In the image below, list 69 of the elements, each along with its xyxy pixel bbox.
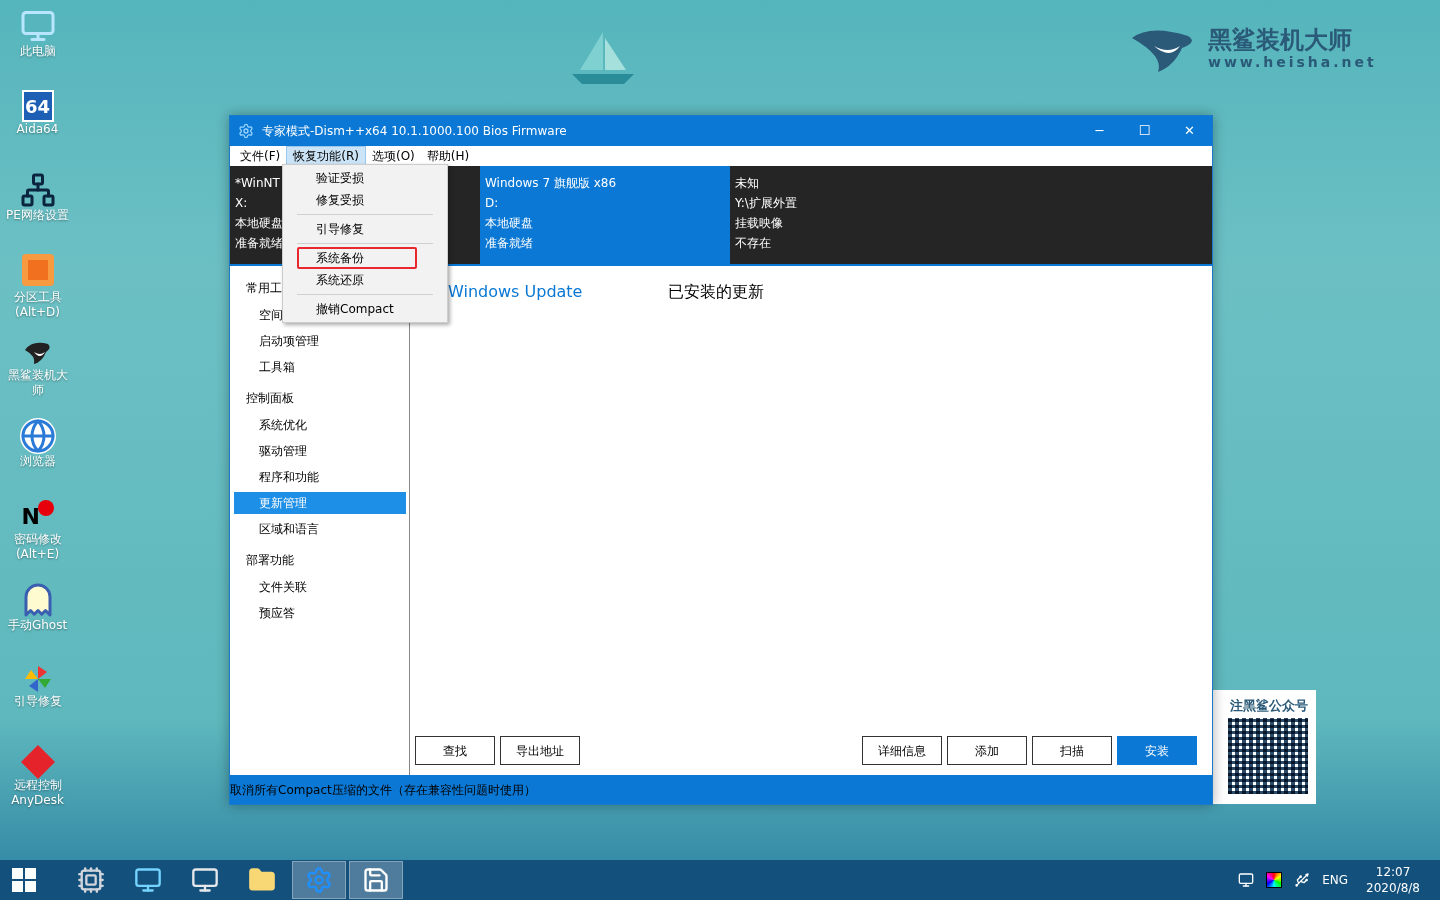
system-info-text: D: — [485, 195, 499, 212]
computer-icon — [191, 866, 219, 894]
sidebar-item[interactable]: 工具箱 — [234, 356, 406, 378]
chip-icon — [77, 866, 105, 894]
gears-icon — [238, 123, 254, 139]
monitor-icon — [134, 866, 162, 894]
system-info-text: Y:\扩展外置 — [735, 195, 797, 212]
action-button[interactable]: 安装 — [1117, 736, 1197, 765]
dropdown-item[interactable]: 系统备份 — [297, 247, 417, 269]
system-info-text: *WinNT — [235, 175, 280, 192]
floppy-icon — [362, 866, 390, 894]
language-indicator[interactable]: ENG — [1322, 871, 1349, 889]
dropdown-item[interactable]: 撤销Compact — [297, 298, 417, 320]
action-button[interactable]: 添加 — [947, 736, 1027, 765]
system-info-text: 不存在 — [735, 235, 771, 252]
system-info-text: 挂载映像 — [735, 215, 783, 232]
window-control[interactable]: ✕ — [1167, 116, 1212, 146]
system-info-text: 本地硬盘 — [485, 215, 533, 232]
sidebar-item[interactable]: 预应答 — [234, 602, 406, 624]
action-button[interactable]: 详细信息 — [862, 736, 942, 765]
sidebar-group-title: 常用工 — [245, 280, 282, 297]
globe-icon — [19, 418, 56, 454]
clock-time[interactable]: 12:07 — [1375, 864, 1411, 880]
pinwheel-icon — [22, 664, 53, 694]
window-control[interactable]: ─ — [1077, 116, 1122, 146]
sidebar-item[interactable]: 文件关联 — [234, 576, 406, 598]
sidebar-item[interactable]: 驱动管理 — [234, 440, 406, 462]
tab[interactable]: Windows Update — [448, 280, 583, 304]
menu-item[interactable]: 恢复功能(R) — [286, 146, 366, 166]
qr-caption: 注黑鲨公众号 — [1230, 698, 1308, 714]
sidebar-item[interactable]: 区域和语言 — [234, 518, 406, 540]
menu-item[interactable]: 帮助(H) — [420, 146, 476, 166]
usb-icon[interactable] — [1294, 872, 1311, 888]
status-text: 取消所有Compact压缩的文件（存在兼容性问题时使用） — [230, 781, 536, 799]
system-info-text: X: — [235, 195, 248, 212]
windows-start-icon[interactable] — [12, 868, 36, 892]
menu-item[interactable]: 文件(F) — [234, 146, 287, 166]
action-button[interactable]: 导出地址 — [500, 736, 580, 765]
sidebar-item[interactable]: 启动项管理 — [234, 330, 406, 352]
menu-item[interactable]: 选项(O) — [365, 146, 421, 166]
taskbar-app[interactable] — [349, 861, 403, 899]
sidebar-group-title: 部署功能 — [245, 552, 294, 569]
app-icon — [21, 254, 54, 286]
app-icon: 64 — [21, 90, 54, 122]
dropdown-item[interactable]: 系统还原 — [297, 269, 417, 291]
action-button[interactable]: 扫描 — [1032, 736, 1112, 765]
folder-icon — [248, 866, 276, 894]
system-info-text: 准备就绪 — [485, 235, 533, 252]
system-info-text: Windows 7 旗舰版 x86 — [485, 175, 616, 192]
gears-icon — [305, 866, 333, 894]
dropdown-item[interactable]: 验证受损 — [297, 167, 417, 189]
window-title: 专家模式-Dism++x64 10.1.1000.100 Bios Firmware — [262, 123, 568, 140]
logo-url: www.heisha.net — [1208, 54, 1377, 70]
dropdown-item[interactable]: 引导修复 — [297, 218, 417, 240]
system-info-text: 本地硬盘 — [235, 215, 283, 232]
window-control[interactable]: ☐ — [1122, 116, 1167, 146]
action-button[interactable]: 查找 — [415, 736, 495, 765]
tab[interactable]: 已安装的更新 — [668, 280, 765, 304]
system-info-text: 准备就绪 — [235, 235, 283, 252]
sidebar-item[interactable]: 程序和功能 — [234, 466, 406, 488]
dropdown-item[interactable]: 修复受损 — [297, 189, 417, 211]
system-panel[interactable]: Windows 7 旗舰版 x86 D: 本地硬盘 准备就绪 — [480, 166, 730, 264]
sidebar-item[interactable]: 系统优化 — [234, 414, 406, 436]
clock-date[interactable]: 2020/8/8 — [1366, 880, 1420, 896]
sidebar-group-title: 控制面板 — [245, 390, 294, 407]
monitor-icon — [19, 8, 56, 44]
system-info-text: 未知 — [735, 175, 759, 192]
color-monitor-icon[interactable] — [1266, 872, 1283, 888]
logo-title: 黑鲨装机大师 — [1208, 26, 1353, 54]
